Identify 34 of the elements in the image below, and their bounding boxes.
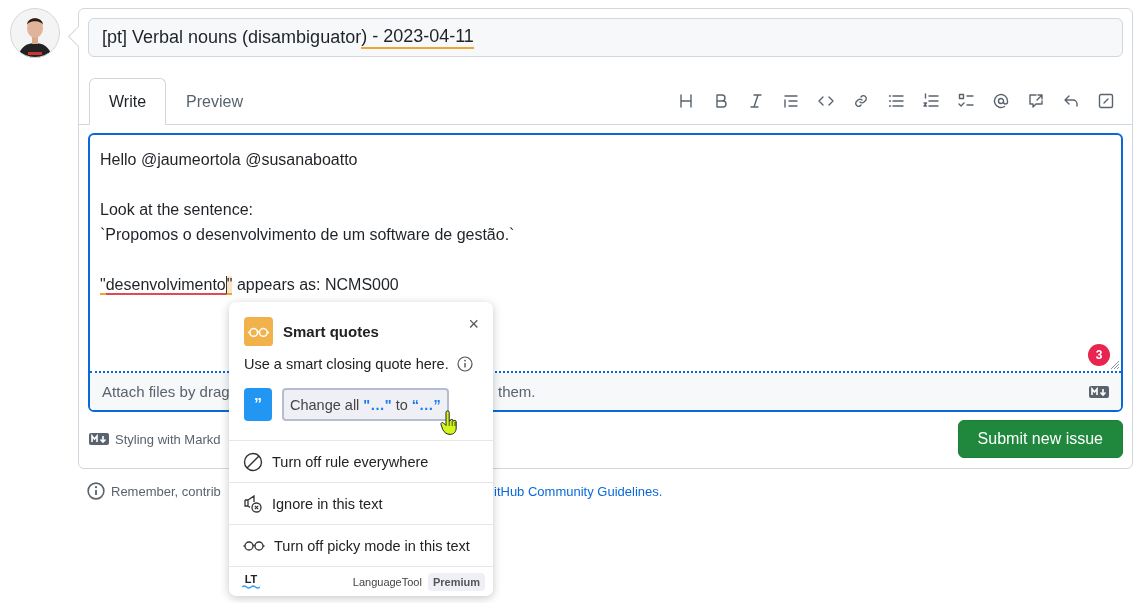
popup-menu-item[interactable]: Turn off picky mode in this text (229, 525, 493, 567)
styling-hint-text: Styling with Markd (115, 431, 221, 447)
glasses-icon (244, 317, 273, 346)
tab[interactable]: Write (89, 78, 167, 125)
quote-mark-tile: ” (244, 388, 272, 421)
popup-description: Use a smart closing quote here. (244, 356, 449, 372)
popup-menu-item[interactable]: Turn off rule everywhere (229, 441, 493, 483)
editor-text-line: Hello @jaumeortola @susanaboatto (100, 150, 359, 170)
resize-grip-icon[interactable] (1108, 358, 1120, 370)
info-icon[interactable] (456, 356, 473, 372)
editor-text-line: Look at the sentence: (100, 200, 254, 220)
info-icon (87, 482, 105, 500)
premium-badge[interactable]: Premium (427, 572, 485, 591)
issue-count-badge[interactable]: 3 (1088, 344, 1110, 366)
editor-text-line: "desenvolvimento" appears as: NCMS000 (100, 275, 400, 297)
megaphone-x-icon (243, 493, 263, 514)
hand-cursor-icon (440, 410, 458, 436)
markdown-icon (1089, 385, 1109, 398)
ban-icon (243, 451, 263, 472)
attach-hint-text: Attach files by drag (102, 383, 230, 400)
editor-text-line: `Propomos o desenvolvimento de um software de gestão.` (100, 225, 516, 245)
markdown-icon (89, 433, 109, 445)
reminder-text: Remember, contrib (110, 483, 221, 499)
title-field[interactable]: [pt] Verbal nouns (disambiguator) - 2023-04-11 (88, 18, 1123, 57)
popup-title: Smart quotes (283, 323, 379, 340)
guidelines-link[interactable]: itHub Community Guidelines. (494, 483, 663, 499)
apply-suggestion-button[interactable]: Change all "…" to “…” (282, 388, 449, 421)
popup-menu-item[interactable]: Ignore in this text (229, 483, 493, 525)
brand-name: LanguageTool (352, 575, 422, 588)
close-button[interactable]: × (468, 317, 479, 331)
languagetool-logo: LT (242, 574, 260, 589)
attach-hint-text: them. (498, 383, 536, 400)
submit-button[interactable]: Submit new issue (957, 420, 1123, 458)
tab[interactable]: Preview (166, 78, 263, 125)
